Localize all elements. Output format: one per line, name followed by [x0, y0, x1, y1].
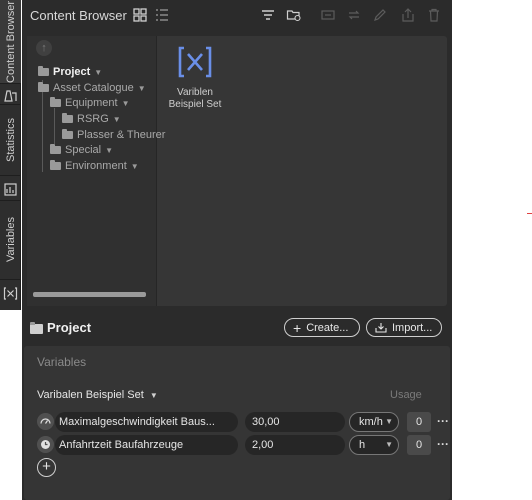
tree-item-plasser-theurer[interactable]: Plasser & Theurer — [62, 129, 165, 141]
statistics-icon[interactable] — [3, 182, 18, 197]
delete-icon[interactable] — [426, 7, 442, 23]
tab-variables-label: Variables — [4, 217, 17, 263]
tab-content-browser[interactable]: Content Browser — [0, 0, 21, 84]
folder-icon — [38, 82, 49, 92]
tab-statistics[interactable]: Statistics — [0, 104, 21, 176]
folder-icon — [62, 113, 73, 123]
folder-icon — [38, 66, 49, 76]
tree-item-label: Project — [53, 66, 91, 78]
chevron-down-icon[interactable]: ▼ — [131, 162, 139, 171]
tree-item-label: Equipment — [65, 97, 118, 109]
asset-label-line2: Beispiel Set — [168, 99, 222, 110]
side-tab-rail: Content Browser Statistics Variables — [0, 0, 21, 310]
create-button[interactable]: + Create... — [284, 318, 360, 337]
filter-icon[interactable] — [260, 7, 276, 23]
content-browser-icon[interactable] — [3, 88, 18, 103]
unit-value: h — [359, 439, 366, 451]
red-marker — [527, 213, 532, 214]
usage-header: Usage — [390, 389, 422, 401]
variable-row: Maximalgeschwindigkeit Baus... 30,00 km/… — [37, 412, 449, 432]
tree-item-equipment[interactable]: Equipment ▼ — [50, 97, 130, 109]
chevron-down-icon: ▼ — [149, 390, 158, 400]
clock-icon — [37, 436, 54, 453]
asset-variable-set[interactable]: Variblen Beispiel Set — [160, 44, 230, 111]
horizontal-scrollbar[interactable] — [33, 292, 146, 297]
plus-icon: + — [293, 319, 302, 336]
list-view-icon[interactable] — [154, 7, 170, 23]
folder-icon — [30, 322, 43, 334]
tree-item-environment[interactable]: Environment ▼ — [50, 160, 139, 172]
more-options-icon[interactable]: ··· — [437, 435, 449, 453]
variable-name-input[interactable]: Maximalgeschwindigkeit Baus... — [55, 412, 238, 432]
tree-item-label: RSRG — [77, 113, 109, 125]
variable-value-input[interactable]: 2,00 — [245, 435, 345, 455]
tab-variables[interactable]: Variables — [0, 200, 21, 280]
chevron-down-icon[interactable]: ▼ — [122, 99, 130, 108]
tree-item-rsrg[interactable]: RSRG ▼ — [62, 113, 121, 125]
import-button-label: Import... — [392, 321, 433, 334]
add-variable-button[interactable]: + — [37, 458, 56, 477]
variable-name-input[interactable]: Anfahrtzeit Baufahrzeuge — [55, 435, 238, 455]
content-browser-panel: Content Browser ↑ Project ▼ Asset Catalo… — [22, 0, 452, 500]
asset-label-line1: Variblen — [177, 87, 213, 98]
import-icon — [375, 323, 387, 333]
speedometer-icon — [37, 413, 54, 430]
unit-value: km/h — [359, 416, 383, 428]
folder-icon — [50, 144, 61, 154]
tree-item-label: Special — [65, 144, 102, 156]
tree-guide — [54, 108, 55, 144]
browser-content: ↑ Project ▼ Asset Catalogue ▼ Equipment … — [27, 36, 447, 306]
grid-view-icon[interactable] — [132, 7, 148, 23]
variables-title: Variables — [37, 355, 87, 369]
tree-item-project[interactable]: Project ▼ — [38, 66, 102, 78]
import-button[interactable]: Import... — [366, 318, 442, 337]
variables-icon[interactable] — [3, 286, 18, 301]
chevron-down-icon[interactable]: ▼ — [94, 68, 102, 77]
navigate-up-button[interactable]: ↑ — [36, 40, 52, 56]
folder-icon — [50, 160, 61, 170]
rename-icon[interactable] — [320, 7, 336, 23]
tree-item-special[interactable]: Special ▼ — [50, 144, 113, 156]
folder-tree: ↑ Project ▼ Asset Catalogue ▼ Equipment … — [27, 36, 165, 306]
tree-item-label: Environment — [65, 160, 127, 172]
project-bar: Project + Create... Import... — [22, 314, 452, 342]
edit-icon[interactable] — [372, 7, 388, 23]
folder-icon — [50, 97, 61, 107]
chevron-down-icon: ▼ — [385, 417, 393, 426]
variable-set-icon — [178, 46, 212, 78]
tree-item-label: Plasser & Theurer — [77, 129, 166, 141]
tree-item-asset-catalogue[interactable]: Asset Catalogue ▼ — [38, 82, 146, 94]
usage-count: 0 — [407, 412, 431, 432]
folder-icon — [62, 129, 73, 139]
usage-count: 0 — [407, 435, 431, 455]
tab-content-browser-label: Content Browser — [4, 0, 17, 83]
unit-select[interactable]: h ▼ — [349, 435, 399, 455]
unit-select[interactable]: km/h ▼ — [349, 412, 399, 432]
chevron-down-icon: ▼ — [385, 440, 393, 449]
chevron-down-icon[interactable]: ▼ — [113, 115, 121, 124]
tree-item-label: Asset Catalogue — [53, 82, 134, 94]
chevron-down-icon[interactable]: ▼ — [105, 146, 113, 155]
variable-set-name: Varibalen Beispiel Set — [37, 389, 144, 401]
variable-value-input[interactable]: 30,00 — [245, 412, 345, 432]
chevron-down-icon[interactable]: ▼ — [138, 84, 146, 93]
replace-icon[interactable] — [346, 7, 362, 23]
panel-title: Content Browser — [30, 7, 127, 23]
settings-folder-icon[interactable] — [286, 7, 302, 23]
tab-statistics-label: Statistics — [4, 117, 17, 162]
variable-row: Anfahrtzeit Baufahrzeuge 2,00 h ▼ 0 ··· — [37, 435, 449, 455]
variable-set-selector[interactable]: Varibalen Beispiel Set ▼ — [37, 389, 158, 401]
export-icon[interactable] — [400, 7, 416, 23]
more-options-icon[interactable]: ··· — [437, 412, 449, 430]
project-title: Project — [47, 320, 92, 335]
variables-section: Variables Varibalen Beispiel Set ▼ Usage… — [24, 346, 450, 500]
create-button-label: Create... — [306, 321, 349, 334]
